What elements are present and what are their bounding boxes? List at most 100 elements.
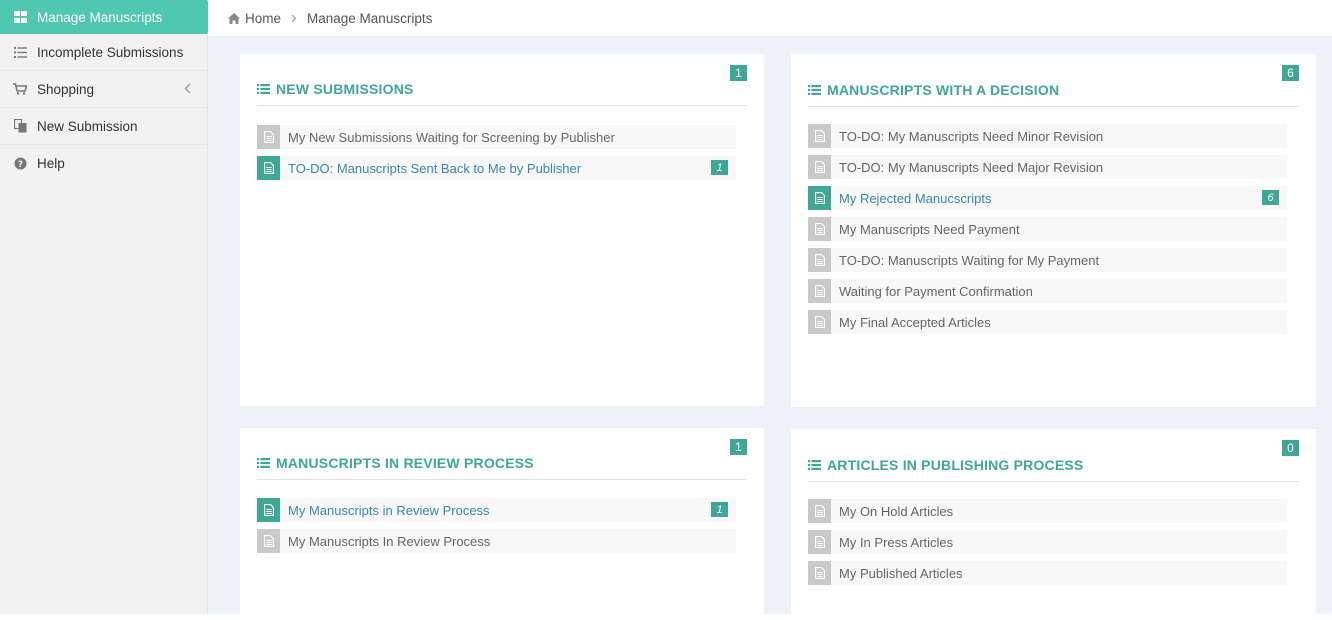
panel-articles-in-publishing: ARTICLES IN PUBLISHING PROCESS 0 My On H… bbox=[791, 429, 1316, 614]
grid-icon bbox=[13, 10, 27, 24]
list-item[interactable]: Waiting for Payment Confirmation bbox=[808, 279, 1287, 303]
cart-icon bbox=[13, 82, 27, 96]
list-item-count bbox=[1262, 128, 1279, 143]
list-item[interactable]: TO-DO: Manuscripts Waiting for My Paymen… bbox=[808, 248, 1287, 272]
document-icon bbox=[808, 530, 831, 554]
svg-text:?: ? bbox=[17, 160, 22, 170]
list-icon bbox=[13, 45, 27, 59]
list-item[interactable]: TO-DO: My Manuscripts Need Major Revisio… bbox=[808, 155, 1287, 179]
list-item-count bbox=[1262, 159, 1279, 174]
list-item-count bbox=[1262, 503, 1279, 518]
list-icon bbox=[808, 84, 821, 95]
sidebar-item-label: Incomplete Submissions bbox=[37, 44, 184, 60]
sidebar-item-label: New Submission bbox=[37, 118, 138, 134]
panel-title: MANUSCRIPTS IN REVIEW PROCESS bbox=[257, 455, 534, 471]
list-item-count: 1 bbox=[711, 160, 728, 175]
panel-list: My On Hold Articles My In Press Articles… bbox=[808, 499, 1287, 592]
panel-header: ARTICLES IN PUBLISHING PROCESS bbox=[808, 448, 1299, 482]
panel-header: MANUSCRIPTS WITH A DECISION bbox=[808, 73, 1299, 107]
list-item[interactable]: My In Press Articles bbox=[808, 530, 1287, 554]
copy-icon bbox=[13, 119, 27, 133]
list-item-label: My Manuscripts Need Payment bbox=[839, 221, 1020, 237]
list-item[interactable]: TO-DO: Manuscripts Sent Back to Me by Pu… bbox=[257, 156, 736, 180]
main-content: NEW SUBMISSIONS 1 My New Submissions Wai… bbox=[208, 36, 1332, 614]
panel-list: TO-DO: My Manuscripts Need Minor Revisio… bbox=[808, 124, 1287, 341]
panel-title: ARTICLES IN PUBLISHING PROCESS bbox=[808, 457, 1083, 473]
list-item-label: My Published Articles bbox=[839, 565, 963, 581]
list-item-label: My Manuscripts in Review Process bbox=[288, 502, 490, 518]
panel-title: MANUSCRIPTS WITH A DECISION bbox=[808, 82, 1059, 98]
document-icon bbox=[257, 125, 280, 149]
document-icon bbox=[808, 279, 831, 303]
breadcrumb-current: Manage Manuscripts bbox=[307, 10, 433, 26]
list-item-label: TO-DO: My Manuscripts Need Minor Revisio… bbox=[839, 128, 1104, 144]
sidebar-item-help[interactable]: ? Help bbox=[0, 145, 207, 182]
panel-header: MANUSCRIPTS IN REVIEW PROCESS bbox=[257, 446, 747, 480]
list-item[interactable]: My New Submissions Waiting for Screening… bbox=[257, 125, 736, 149]
panel-header: NEW SUBMISSIONS bbox=[257, 72, 747, 106]
panel-count-badge: 1 bbox=[730, 65, 747, 81]
panel-new-submissions: NEW SUBMISSIONS 1 My New Submissions Wai… bbox=[240, 54, 764, 406]
list-item-label: Waiting for Payment Confirmation bbox=[839, 283, 1033, 299]
list-item-count bbox=[1262, 283, 1279, 298]
sidebar-item-new-submission[interactable]: New Submission bbox=[0, 108, 207, 145]
sidebar-item-shopping[interactable]: Shopping bbox=[0, 71, 207, 108]
list-item[interactable]: My Final Accepted Articles bbox=[808, 310, 1287, 334]
list-item-count bbox=[1262, 534, 1279, 549]
panel-manuscripts-with-decision: MANUSCRIPTS WITH A DECISION 6 TO-DO: My … bbox=[791, 54, 1316, 407]
sidebar-item-label: Help bbox=[37, 156, 65, 171]
list-item-label: My New Submissions Waiting for Screening… bbox=[288, 129, 615, 145]
list-item[interactable]: My Manuscripts in Review Process 1 bbox=[257, 498, 736, 522]
list-item-count: 1 bbox=[711, 502, 728, 517]
list-item[interactable]: My Manuscripts In Review Process bbox=[257, 529, 736, 553]
sidebar-item-incomplete-submissions[interactable]: Incomplete Submissions bbox=[0, 34, 207, 71]
document-icon bbox=[808, 499, 831, 523]
sidebar-item-manage-manuscripts[interactable]: Manage Manuscripts bbox=[0, 0, 216, 34]
panel-title-text: ARTICLES IN PUBLISHING PROCESS bbox=[827, 456, 1084, 473]
list-item-label: My Rejected Manucscripts bbox=[839, 190, 992, 206]
sidebar-item-label: Manage Manuscripts bbox=[37, 9, 163, 25]
document-icon bbox=[808, 217, 831, 241]
document-icon bbox=[257, 156, 280, 180]
panel-count-badge: 6 bbox=[1282, 65, 1299, 81]
list-icon bbox=[257, 83, 270, 94]
list-item-count bbox=[1262, 565, 1279, 580]
panel-title-text: MANUSCRIPTS IN REVIEW PROCESS bbox=[276, 454, 534, 471]
breadcrumb-home-link[interactable]: Home bbox=[245, 11, 281, 26]
panel-list: My New Submissions Waiting for Screening… bbox=[257, 125, 736, 187]
document-icon bbox=[808, 155, 831, 179]
document-icon bbox=[808, 248, 831, 272]
list-item-count bbox=[711, 129, 728, 144]
breadcrumb-separator-icon bbox=[291, 11, 297, 26]
list-item-count bbox=[1262, 314, 1279, 329]
document-icon bbox=[808, 124, 831, 148]
document-icon bbox=[257, 498, 280, 522]
list-item-label: My On Hold Articles bbox=[839, 503, 954, 519]
list-item[interactable]: My Rejected Manucscripts 6 bbox=[808, 186, 1287, 210]
breadcrumb: Home Manage Manuscripts bbox=[208, 0, 1332, 36]
list-item-count: 6 bbox=[1262, 190, 1279, 205]
panel-title-text: NEW SUBMISSIONS bbox=[276, 80, 414, 97]
list-icon bbox=[808, 459, 821, 470]
list-item[interactable]: TO-DO: My Manuscripts Need Minor Revisio… bbox=[808, 124, 1287, 148]
list-item-count bbox=[1262, 252, 1279, 267]
chevron-left-icon[interactable] bbox=[184, 82, 191, 97]
list-item-label: My Final Accepted Articles bbox=[839, 314, 991, 330]
panel-manuscripts-in-review: MANUSCRIPTS IN REVIEW PROCESS 1 My Manus… bbox=[240, 428, 764, 614]
sidebar: Manage Manuscripts Incomplete Submission… bbox=[0, 0, 216, 614]
panel-count-badge: 0 bbox=[1282, 440, 1299, 456]
document-icon bbox=[808, 561, 831, 585]
list-item-count bbox=[711, 533, 728, 548]
list-item[interactable]: My Published Articles bbox=[808, 561, 1287, 585]
document-icon bbox=[808, 310, 831, 334]
panel-title: NEW SUBMISSIONS bbox=[257, 81, 414, 97]
list-item[interactable]: My On Hold Articles bbox=[808, 499, 1287, 523]
list-item[interactable]: My Manuscripts Need Payment bbox=[808, 217, 1287, 241]
document-icon bbox=[257, 529, 280, 553]
document-icon bbox=[808, 186, 831, 210]
list-item-label: TO-DO: Manuscripts Waiting for My Paymen… bbox=[839, 252, 1100, 268]
sidebar-item-label: Shopping bbox=[37, 81, 95, 97]
panel-count-badge: 1 bbox=[730, 439, 747, 455]
list-item-label: My In Press Articles bbox=[839, 534, 954, 550]
list-item-label: TO-DO: Manuscripts Sent Back to Me by Pu… bbox=[288, 160, 582, 176]
